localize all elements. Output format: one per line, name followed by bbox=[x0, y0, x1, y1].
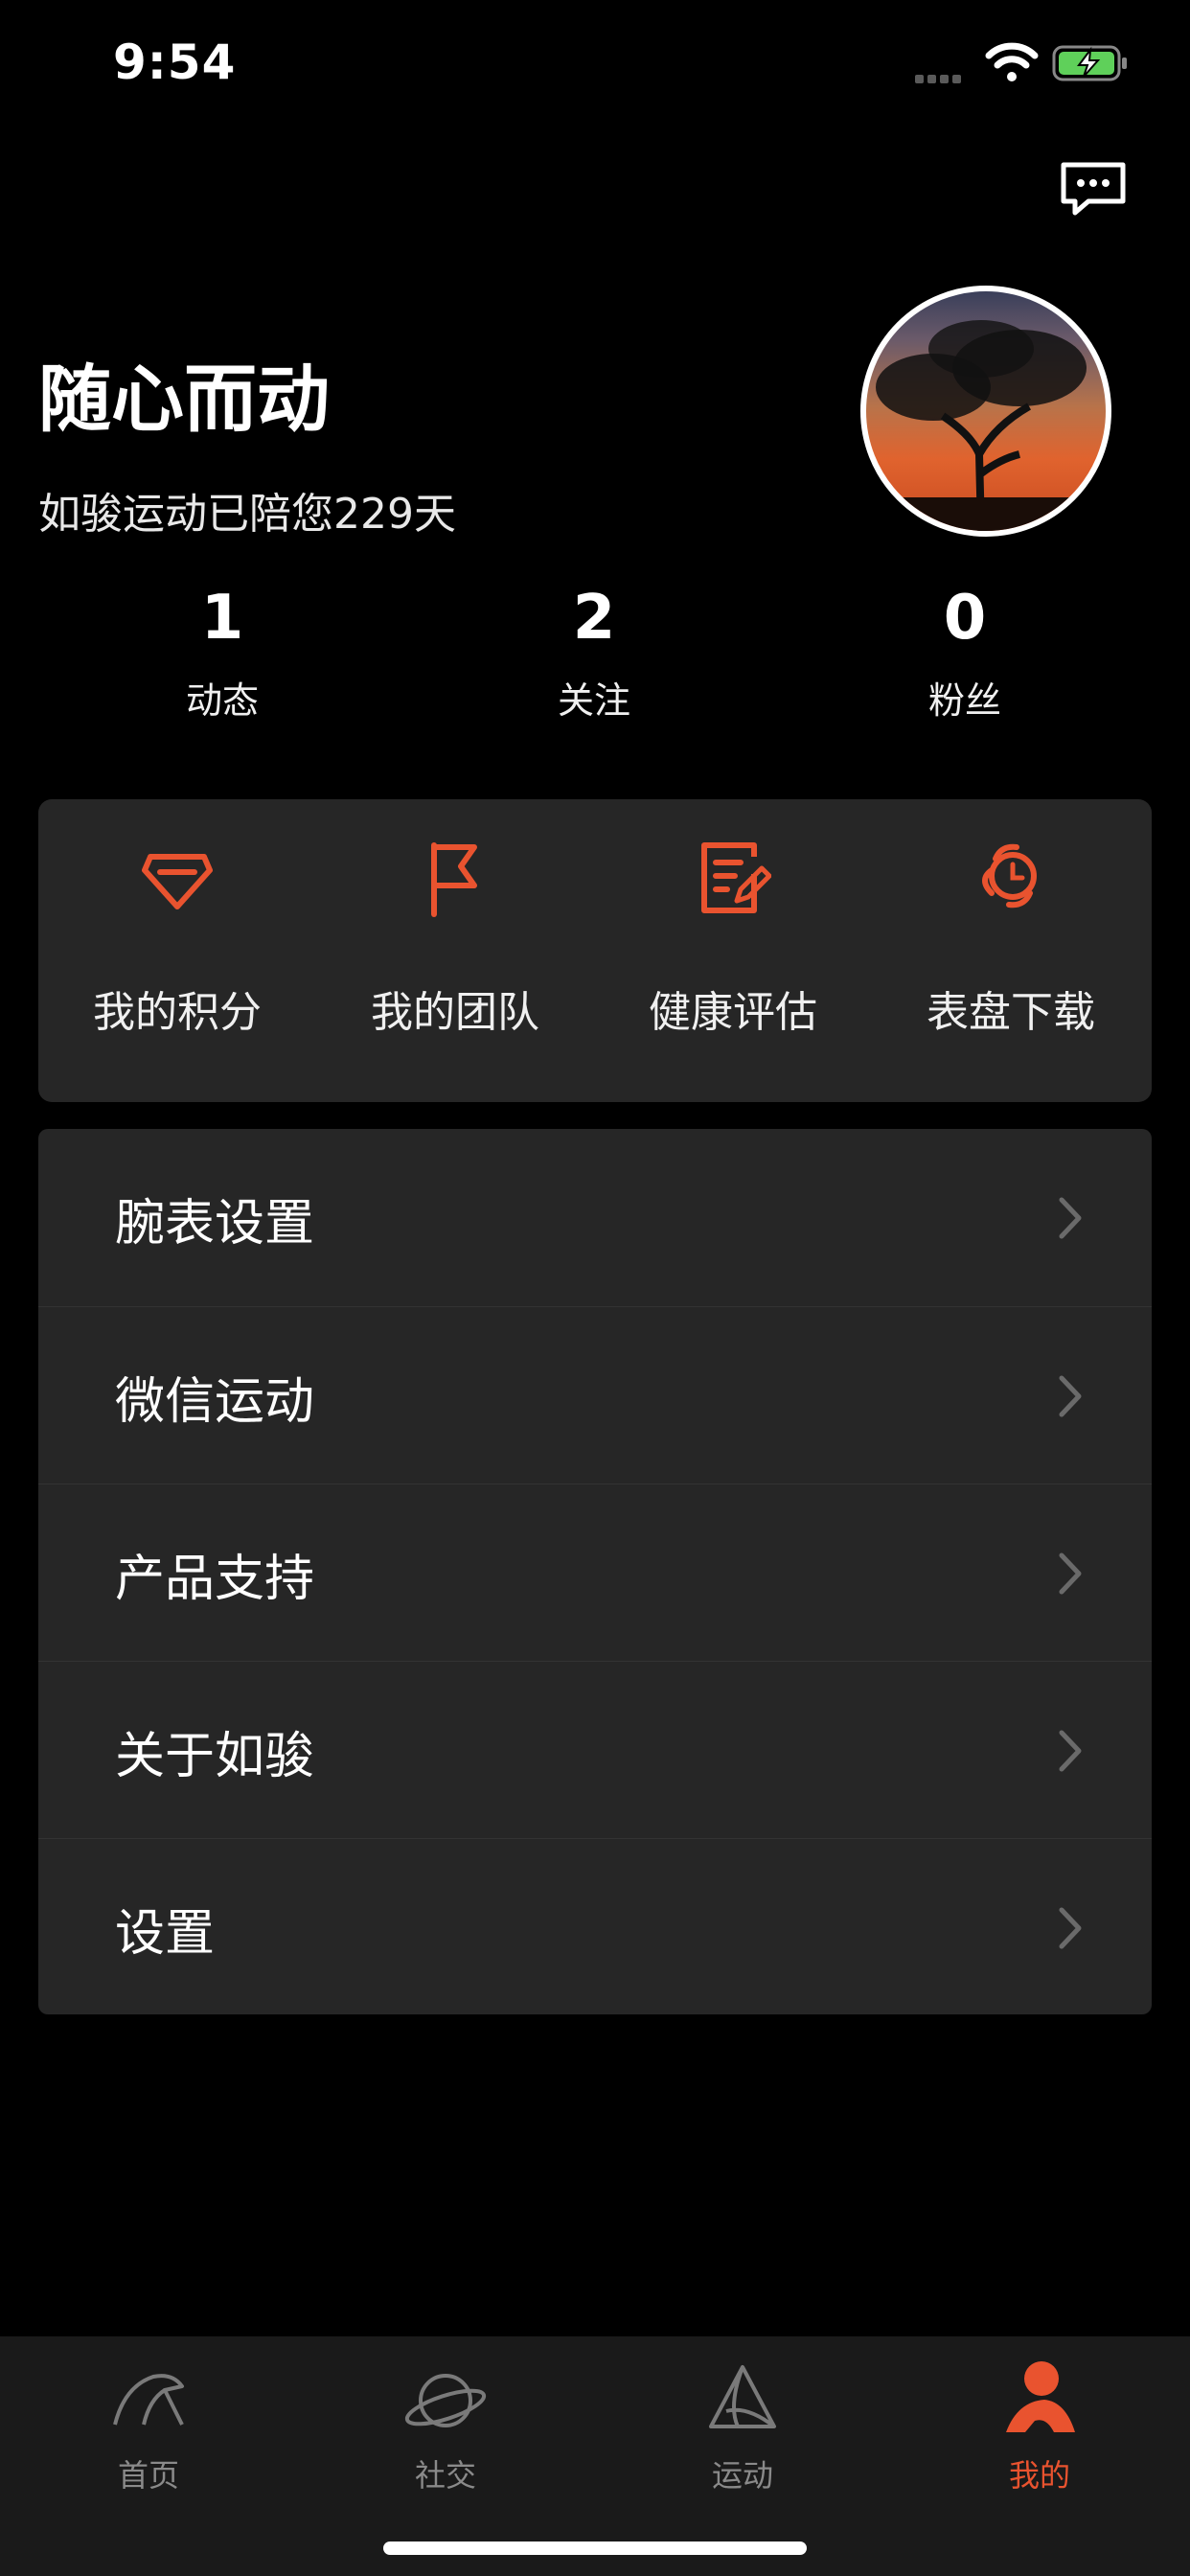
tab-sport-label: 运动 bbox=[711, 2457, 773, 2494]
stat-followers[interactable]: 0 粉丝 bbox=[869, 583, 1061, 724]
person-icon bbox=[1006, 2361, 1075, 2432]
sport-icon bbox=[709, 2365, 776, 2428]
chevron-right-icon bbox=[1059, 1197, 1082, 1239]
menu-item-label: 设置 bbox=[115, 1905, 216, 1963]
profile-stats: 1 动态 2 关注 0 粉丝 bbox=[0, 583, 1190, 726]
home-indicator bbox=[383, 2542, 807, 2555]
menu-item-label: 产品支持 bbox=[115, 1551, 315, 1608]
tab-home[interactable]: 首页 bbox=[0, 2336, 297, 2528]
message-button[interactable] bbox=[1060, 161, 1127, 217]
watch-icon bbox=[982, 843, 1037, 908]
edit-report-icon bbox=[701, 842, 771, 913]
chevron-right-icon bbox=[1059, 1375, 1082, 1417]
wifi-icon bbox=[985, 42, 1039, 81]
menu-item-product-support[interactable]: 产品支持 bbox=[38, 1484, 1152, 1661]
quick-team[interactable]: 我的团队 bbox=[316, 799, 594, 1102]
tab-home-label: 首页 bbox=[117, 2457, 179, 2494]
stat-followers-value: 0 bbox=[943, 583, 987, 654]
settings-menu: 腕表设置 微信运动 产品支持 关于如骏 设置 bbox=[38, 1129, 1152, 2014]
menu-item-label: 关于如骏 bbox=[115, 1728, 315, 1785]
stat-posts-value: 1 bbox=[200, 583, 244, 654]
battery-charging-icon bbox=[1052, 45, 1127, 81]
tab-mine[interactable]: 我的 bbox=[891, 2336, 1188, 2528]
stat-following[interactable]: 2 关注 bbox=[498, 583, 690, 724]
chevron-right-icon bbox=[1059, 1907, 1082, 1949]
quick-health[interactable]: 健康评估 bbox=[594, 799, 872, 1102]
chevron-right-icon bbox=[1059, 1730, 1082, 1772]
quick-team-label: 我的团队 bbox=[371, 988, 539, 1037]
menu-item-wechat-sport[interactable]: 微信运动 bbox=[38, 1306, 1152, 1484]
quick-watchface-label: 表盘下载 bbox=[927, 988, 1095, 1037]
planet-icon bbox=[404, 2374, 487, 2427]
menu-item-about[interactable]: 关于如骏 bbox=[38, 1661, 1152, 1838]
signal-icon bbox=[915, 69, 965, 87]
menu-item-label: 微信运动 bbox=[115, 1373, 315, 1431]
status-bar: 9:54 bbox=[0, 0, 1190, 125]
diamond-icon bbox=[142, 854, 213, 909]
stat-following-label: 关注 bbox=[557, 679, 630, 722]
stat-posts[interactable]: 1 动态 bbox=[126, 583, 318, 724]
tab-social[interactable]: 社交 bbox=[297, 2336, 594, 2528]
avatar[interactable] bbox=[860, 286, 1111, 537]
stat-following-value: 2 bbox=[572, 583, 616, 654]
flag-icon bbox=[431, 842, 477, 917]
quick-points[interactable]: 我的积分 bbox=[38, 799, 316, 1102]
home-icon bbox=[113, 2374, 184, 2426]
status-time: 9:54 bbox=[113, 34, 237, 90]
stat-followers-label: 粉丝 bbox=[927, 679, 1001, 722]
username: 随心而动 bbox=[38, 356, 330, 442]
quick-watchface[interactable]: 表盘下载 bbox=[872, 799, 1150, 1102]
quick-points-label: 我的积分 bbox=[93, 988, 262, 1037]
chevron-right-icon bbox=[1059, 1552, 1082, 1595]
quick-actions-card: 我的积分 我的团队 健康评估 表盘下载 bbox=[38, 799, 1152, 1102]
menu-item-settings[interactable]: 设置 bbox=[38, 1838, 1152, 2014]
stat-posts-label: 动态 bbox=[185, 679, 259, 722]
tree-silhouette-image bbox=[866, 320, 1106, 531]
tab-bar: 首页 社交 运动 我的 bbox=[0, 2336, 1190, 2576]
menu-item-label: 腕表设置 bbox=[115, 1195, 315, 1253]
tab-social-label: 社交 bbox=[414, 2457, 476, 2494]
menu-item-watch-settings[interactable]: 腕表设置 bbox=[38, 1129, 1152, 1305]
tab-mine-label: 我的 bbox=[1008, 2457, 1070, 2494]
tab-sport[interactable]: 运动 bbox=[594, 2336, 891, 2528]
quick-health-label: 健康评估 bbox=[649, 988, 817, 1037]
companion-days-text: 如骏运动已陪您229天 bbox=[38, 490, 456, 539]
